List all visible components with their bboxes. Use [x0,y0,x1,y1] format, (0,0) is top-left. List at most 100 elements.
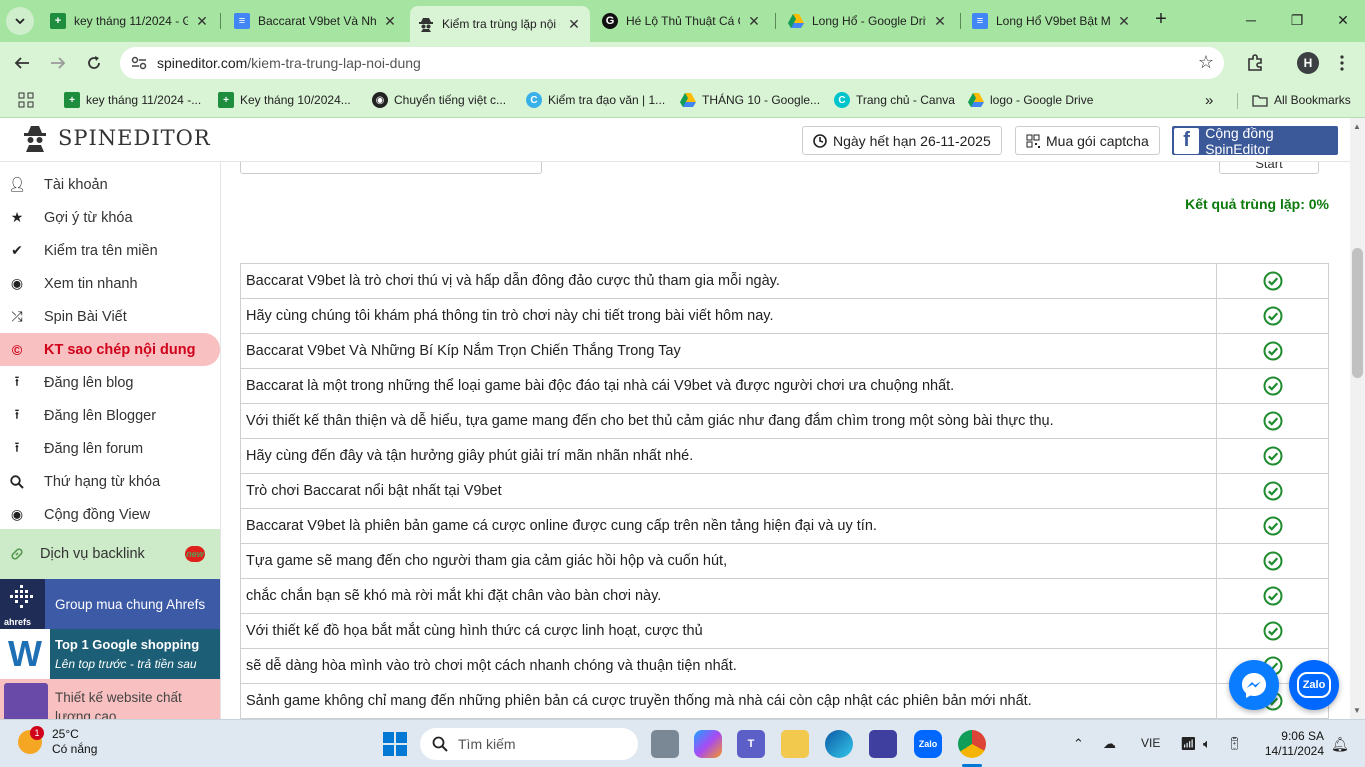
docs-icon: ≡ [972,13,988,29]
taskbar-search[interactable]: Tìm kiếm [420,728,638,760]
minimize-button[interactable]: ─ [1238,8,1264,32]
bookmark-kiem-tra-dao-van[interactable]: C Kiểm tra đạo văn | 1... [526,92,665,108]
tab-he-lo-thu-thuat[interactable]: G Hé Lộ Thủ Thuật Cá Cược ✕ [594,6,770,36]
tab-search-button[interactable] [6,7,34,35]
extensions-button[interactable] [1243,51,1267,75]
weather-widget[interactable]: 1 25°C Có nắng [18,726,97,757]
bookmark-key-thang-10[interactable]: + Key tháng 10/2024... [218,92,351,108]
bookmark-canva[interactable]: C Trang chủ - Canva [834,92,955,108]
restore-button[interactable]: ❐ [1284,8,1310,32]
content-input-partial[interactable] [240,162,542,174]
globe-icon: ◉ [372,92,388,108]
scrollbar-thumb[interactable] [1352,248,1363,378]
page-scrollbar[interactable]: ▲ ▼ [1350,118,1365,719]
app-icon[interactable] [869,730,897,758]
scroll-up-icon[interactable]: ▲ [1353,122,1361,131]
chevron-up-icon[interactable]: ⌃ [1073,736,1084,752]
sidebar-item-goi-y-tu-khoa[interactable]: ★ Gợi ý từ khóa [0,201,220,234]
facebook-icon: f [1174,127,1200,154]
forward-button[interactable] [46,51,70,75]
table-row: Baccarat V9bet là phiên bản game cá cược… [240,508,1329,544]
promo-web-design-banner[interactable]: Thiết kế website chất lượng cao [0,679,220,719]
sidebar-item-label: KT sao chép nội dung [44,341,196,358]
address-bar[interactable]: spineditor.com/kiem-tra-trung-lap-noi-du… [120,47,1224,79]
sidebar-item-dich-vu-backlink[interactable]: Dịch vụ backlink new [0,529,220,579]
bookmark-thang-10[interactable]: THÁNG 10 - Google... [680,92,820,108]
new-tab-button[interactable]: + [1150,8,1172,30]
community-facebook-button[interactable]: f Cộng đồng SpinEditor [1172,124,1338,157]
language-indicator[interactable]: VIE [1141,736,1160,750]
tab-title: Kiểm tra trùng lặp nội dung [442,17,560,31]
close-icon[interactable]: ✕ [566,16,582,32]
sidebar-item-label: Đăng lên forum [44,440,144,457]
wifi-icon[interactable]: 📶︎ [1180,736,1197,752]
close-icon[interactable]: ✕ [746,13,762,29]
close-icon[interactable]: ✕ [382,13,398,29]
promo-ahrefs-banner[interactable]: ahrefs Group mua chung Ahrefs [0,579,220,629]
sidebar-item-spin-bai-viet[interactable]: ⤮ Spin Bài Viết [0,300,220,333]
zalo-app-icon[interactable]: Zalo [914,730,942,758]
tab-baccarat-doc[interactable]: ≡ Baccarat V9bet Và Những ✕ [226,6,406,36]
browser-menu-button[interactable] [1330,51,1354,75]
sidebar-item-dang-len-forum[interactable]: ⭱ Đăng lên forum [0,432,220,465]
messenger-button[interactable] [1229,660,1279,710]
captcha-label: Mua gói captcha [1046,132,1149,149]
start-button[interactable]: Start [1219,162,1319,174]
sidebar-item-kiem-tra-ten-mien[interactable]: ✔ Kiểm tra tên miền [0,234,220,267]
close-icon[interactable]: ✕ [194,13,210,29]
profile-avatar[interactable]: H [1297,52,1319,74]
sentence-text: Sảnh game không chỉ mang đến những phiên… [240,683,1217,719]
site-info-icon[interactable] [130,55,148,71]
bookmark-logo-drive[interactable]: logo - Google Drive [968,92,1093,108]
tab-long-ho-v9bet[interactable]: ≡ Long Hổ V9bet Bật Mí ✕ [964,6,1140,36]
tab-kiem-tra-trung-lap[interactable]: Kiểm tra trùng lặp nội dung ✕ [410,6,590,42]
sidebar-item-xem-tin-nhanh[interactable]: ◉ Xem tin nhanh [0,267,220,300]
reload-button[interactable] [82,51,106,75]
windows-start-button[interactable] [383,732,407,756]
apps-button[interactable] [18,92,34,108]
close-window-button[interactable]: ✕ [1330,8,1356,32]
back-button[interactable] [10,51,34,75]
battery-icon[interactable]: 🔋︎ [1226,736,1243,752]
all-bookmarks-button[interactable]: All Bookmarks [1252,92,1351,108]
file-explorer-icon[interactable] [781,730,809,758]
scroll-down-icon[interactable]: ▼ [1353,706,1361,715]
close-icon[interactable]: ✕ [932,13,948,29]
chrome-icon[interactable] [958,730,986,758]
sentence-status-cell [1216,543,1329,579]
community-label: Cộng đồng SpinEditor [1205,124,1274,157]
bookmark-star-icon[interactable]: ☆ [1198,52,1214,73]
check-circle-icon [1263,306,1282,326]
promo-google-shopping-banner[interactable]: W Top 1 Google shopping Lên top trước - … [0,629,220,679]
network-settings-icon[interactable]: ☁ [1103,736,1116,752]
tab-long-ho-drive[interactable]: Long Hổ - Google Drive ✕ [780,6,956,36]
site-logo[interactable]: SPINEDITOR [22,124,211,152]
sidebar-item-kt-sao-chep[interactable]: © KT sao chép nội dung [0,333,220,366]
more-bookmarks-button[interactable]: » [1205,92,1213,109]
sidebar-item-label: Dịch vụ backlink [40,546,145,562]
sidebar-item-dang-len-blogger[interactable]: ⭱ Đăng lên Blogger [0,399,220,432]
bookmark-key-thang-11[interactable]: + key tháng 11/2024 -... [64,92,201,108]
sidebar-item-tai-khoan[interactable]: 👤︎ Tài khoản [0,168,220,201]
sidebar-item-dang-len-blog[interactable]: ⭱ Đăng lên blog [0,366,220,399]
all-bookmarks-label: All Bookmarks [1274,93,1351,107]
browser-tab-strip: + key tháng 11/2024 - Google ✕ ≡ Baccara… [0,0,1365,42]
zalo-button[interactable]: Zalo [1289,660,1339,710]
tab-key-thang-11[interactable]: + key tháng 11/2024 - Google ✕ [42,6,218,36]
task-view-icon[interactable] [651,730,679,758]
volume-icon[interactable]: 🔈︎ [1203,736,1211,752]
notification-bell-icon[interactable]: 🔔︎ [1331,736,1349,753]
bookmark-label: key tháng 11/2024 -... [86,93,202,107]
edge-icon[interactable] [825,730,853,758]
system-clock[interactable]: 9:06 SA 14/11/2024 [1260,729,1324,759]
sentence-status-cell [1216,578,1329,614]
bookmark-chuyen-tieng-viet[interactable]: ◉ Chuyển tiếng việt c... [372,92,506,108]
teams-icon[interactable]: T [737,730,765,758]
sidebar-item-thu-hang-tu-khoa[interactable]: Thứ hạng từ khóa [0,465,220,498]
buy-captcha-button[interactable]: Mua gói captcha [1015,126,1160,155]
expiry-button[interactable]: Ngày hết hạn 26-11-2025 [802,126,1002,155]
sidebar-item-cong-dong-view[interactable]: ◉ Cộng đồng View [0,498,220,531]
close-icon[interactable]: ✕ [1116,13,1132,29]
puzzle-icon [1248,54,1262,71]
copilot-icon[interactable] [694,730,722,758]
